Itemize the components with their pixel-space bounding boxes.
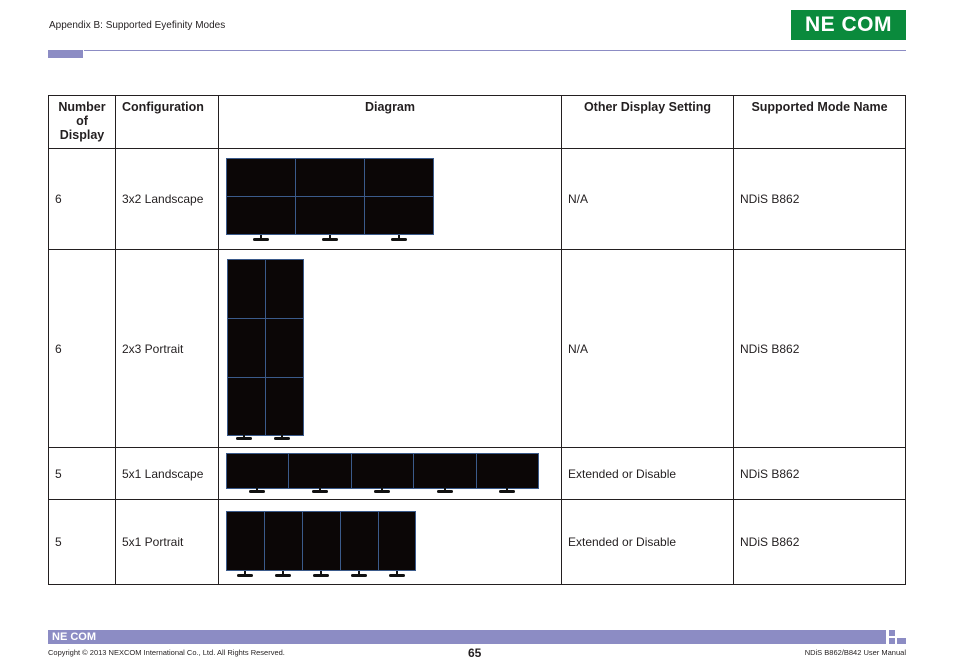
table-row: 6 3x2 Landscape N/A NDiS B862 xyxy=(48,148,906,250)
eyefinity-modes-table: Number of Display Configuration Diagram … xyxy=(48,95,906,585)
cell-other-setting: Extended or Disable xyxy=(561,499,734,585)
monitor xyxy=(264,511,303,571)
monitor-stand xyxy=(389,571,405,578)
monitor xyxy=(265,377,304,436)
cell-configuration: 5x1 Portrait xyxy=(115,499,219,585)
monitor xyxy=(265,259,304,319)
header-number-of-display: Number of Display xyxy=(48,95,116,149)
table-row: 6 2x3 Portrait N/A NDiS B862 xyxy=(48,249,906,448)
cell-number: 6 xyxy=(48,249,116,448)
monitor xyxy=(295,196,365,235)
monitor xyxy=(476,453,539,489)
diagram-2x3-portrait xyxy=(218,249,562,448)
cell-number: 5 xyxy=(48,447,116,500)
cell-other-setting: N/A xyxy=(561,249,734,448)
footer-logo: NE COM xyxy=(52,631,96,643)
monitor xyxy=(226,158,296,197)
footer-bar xyxy=(48,630,886,644)
monitor xyxy=(340,511,379,571)
section-title: Appendix B: Supported Eyefinity Modes xyxy=(49,20,226,31)
monitor-stand xyxy=(236,434,252,441)
monitor xyxy=(302,511,341,571)
monitor xyxy=(351,453,414,489)
monitor-stand xyxy=(237,571,253,578)
monitor-stand xyxy=(351,571,367,578)
header-rule xyxy=(84,50,906,51)
monitor-stand xyxy=(253,235,269,242)
header-diagram: Diagram xyxy=(218,95,562,149)
footer-square xyxy=(897,638,906,644)
page-number: 65 xyxy=(468,646,482,660)
cell-other-setting: Extended or Disable xyxy=(561,447,734,500)
cell-number: 5 xyxy=(48,499,116,585)
copyright-text: Copyright © 2013 NEXCOM International Co… xyxy=(48,648,285,657)
cell-other-setting: N/A xyxy=(561,148,734,250)
monitor xyxy=(413,453,477,489)
cell-configuration: 3x2 Landscape xyxy=(115,148,219,250)
monitor xyxy=(226,511,265,571)
cell-mode-name: NDiS B862 xyxy=(733,499,906,585)
diagram-5x1-landscape xyxy=(218,447,562,500)
cell-mode-name: NDiS B862 xyxy=(733,249,906,448)
monitor xyxy=(364,196,434,235)
diagram-3x2-landscape xyxy=(218,148,562,250)
header-supported-mode-name: Supported Mode Name xyxy=(733,95,906,149)
nexcom-logo: NE COM xyxy=(791,10,906,40)
monitor-stand xyxy=(374,487,390,494)
monitor xyxy=(364,158,434,197)
monitor-stand xyxy=(437,487,453,494)
header-other-display-setting: Other Display Setting xyxy=(561,95,734,149)
monitor xyxy=(295,158,365,197)
monitor xyxy=(226,196,296,235)
monitor-stand xyxy=(322,235,338,242)
footer-square xyxy=(889,638,895,644)
cell-mode-name: NDiS B862 xyxy=(733,447,906,500)
header-configuration: Configuration xyxy=(115,95,219,149)
logo-text: NE COM xyxy=(805,13,892,36)
monitor-stand xyxy=(249,487,265,494)
cell-mode-name: NDiS B862 xyxy=(733,148,906,250)
monitor xyxy=(227,318,266,378)
monitor xyxy=(288,453,352,489)
monitor-stand xyxy=(274,434,290,441)
monitor xyxy=(227,377,266,436)
monitor-stand xyxy=(499,487,515,494)
manual-name: NDiS B862/B842 User Manual xyxy=(804,648,906,657)
table-row: 5 5x1 Landscape Extended or Disable NDiS… xyxy=(48,447,906,500)
header-accent-block xyxy=(48,50,83,58)
cell-configuration: 5x1 Landscape xyxy=(115,447,219,500)
monitor xyxy=(265,318,304,378)
cell-number: 6 xyxy=(48,148,116,250)
footer-square xyxy=(889,630,895,636)
monitor-stand xyxy=(312,487,328,494)
table-row: 5 5x1 Portrait Extended or Disable NDiS … xyxy=(48,499,906,585)
monitor-stand xyxy=(391,235,407,242)
monitor xyxy=(378,511,416,571)
monitor-stand xyxy=(275,571,291,578)
diagram-5x1-portrait xyxy=(218,499,562,585)
table-header-row: Number of Display Configuration Diagram … xyxy=(48,95,906,149)
monitor-stand xyxy=(313,571,329,578)
cell-configuration: 2x3 Portrait xyxy=(115,249,219,448)
monitor xyxy=(226,453,289,489)
monitor xyxy=(227,259,266,319)
